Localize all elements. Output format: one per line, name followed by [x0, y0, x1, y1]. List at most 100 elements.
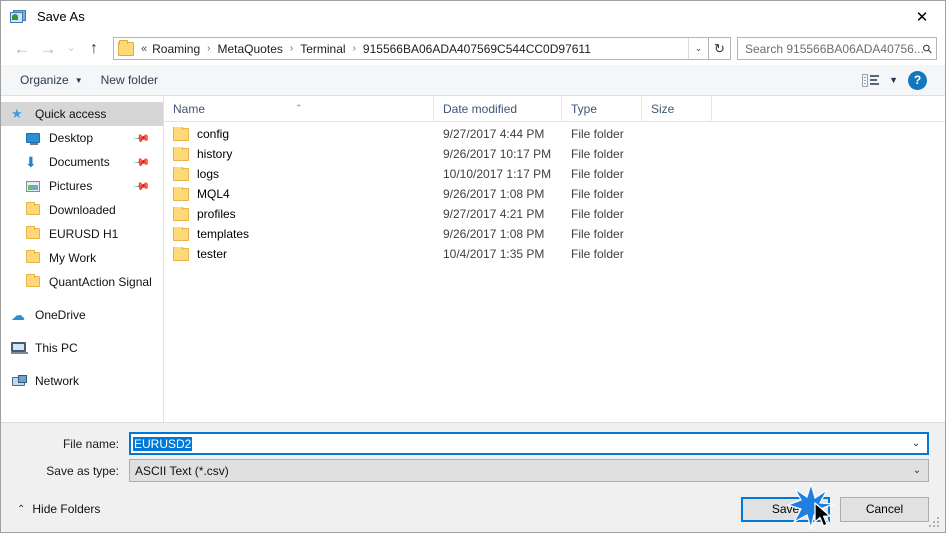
view-dropdown-icon[interactable]: ▼ [889, 75, 898, 85]
sidebar-item-label: My Work [49, 251, 97, 265]
file-name-input[interactable]: EURUSD2 ⌄ [129, 432, 929, 455]
column-header-spacer [712, 96, 945, 122]
file-name-cell: tester [164, 247, 434, 261]
save-as-type-select[interactable]: ASCII Text (*.csv) ⌄ [129, 459, 929, 482]
file-name-cell: profiles [164, 207, 434, 221]
sidebar-item-this-pc[interactable]: This PC [1, 336, 163, 360]
sidebar-item-label: Pictures [49, 179, 93, 193]
close-icon[interactable]: ✕ [899, 1, 945, 32]
forward-icon[interactable]: → [35, 36, 61, 62]
back-icon[interactable]: ← [9, 36, 35, 62]
file-name-cell: config [164, 127, 434, 141]
breadcrumb-item-metaquotes[interactable]: MetaQuotes [215, 40, 286, 58]
file-name-cell: history [164, 147, 434, 161]
sidebar-item-label: OneDrive [35, 308, 86, 322]
folder-icon [173, 127, 189, 141]
sidebar-item-downloaded[interactable]: Downloaded [1, 198, 163, 222]
up-icon[interactable]: ↑ [81, 36, 107, 62]
file-name-cell: MQL4 [164, 187, 434, 201]
chevron-down-icon[interactable]: ⌄ [905, 438, 927, 449]
sidebar-item-label: Documents [49, 155, 110, 169]
chevron-right-icon: › [352, 43, 356, 54]
onedrive-icon: ☁ [11, 307, 25, 323]
save-button[interactable]: Save [741, 496, 830, 522]
new-folder-button[interactable]: New folder [94, 70, 165, 90]
file-name-cell: logs [164, 167, 434, 181]
folder-icon [173, 227, 189, 241]
table-row[interactable]: history 9/26/2017 10:17 PM File folder [164, 144, 945, 164]
sidebar-item-desktop[interactable]: Desktop 📌 [1, 126, 163, 150]
file-date-cell: 10/10/2017 1:17 PM [443, 167, 552, 181]
file-type-cell: File folder [571, 127, 624, 141]
table-row[interactable]: templates 9/26/2017 1:08 PM File folder [164, 224, 945, 244]
search-placeholder: Search 915566BA06ADA40756... [745, 41, 924, 56]
column-headers: Name ⌃ Date modified Type Size [164, 95, 945, 122]
file-type-cell: File folder [571, 247, 624, 261]
column-header-name[interactable]: Name ⌃ [164, 95, 434, 122]
column-header-size[interactable]: Size [642, 95, 712, 122]
file-list-pane: Name ⌃ Date modified Type Size config 9/… [164, 95, 945, 422]
sidebar-item-quick-access[interactable]: ★ Quick access [1, 102, 163, 126]
chevron-up-icon: ⌃ [17, 503, 26, 515]
table-row[interactable]: profiles 9/27/2017 4:21 PM File folder [164, 204, 945, 224]
table-row[interactable]: logs 10/10/2017 1:17 PM File folder [164, 164, 945, 184]
file-name-label: history [197, 147, 233, 161]
breadcrumb: « Roaming › MetaQuotes › Terminal › 9155… [139, 40, 688, 58]
save-as-icon [10, 9, 27, 25]
pictures-icon [25, 178, 42, 194]
chevron-down-icon[interactable]: ⌄ [906, 465, 928, 476]
address-bar[interactable]: « Roaming › MetaQuotes › Terminal › 9155… [113, 37, 709, 60]
view-mode-icon[interactable] [862, 73, 880, 87]
sidebar-item-label: EURUSD H1 [49, 227, 119, 241]
sidebar-item-my-work[interactable]: My Work [1, 246, 163, 270]
sidebar-item-label: Desktop [49, 131, 94, 145]
organize-button[interactable]: Organize ▼ [13, 70, 90, 90]
refresh-icon[interactable]: ↻ [709, 37, 731, 60]
file-type-cell: File folder [571, 167, 624, 181]
breadcrumb-item-guid[interactable]: 915566BA06ADA407569C544CC0D97611 [360, 40, 594, 58]
new-folder-label: New folder [100, 73, 158, 87]
cancel-button[interactable]: Cancel [840, 496, 929, 522]
recent-locations-icon[interactable]: ⌄ [61, 36, 81, 62]
breadcrumb-item-roaming[interactable]: Roaming [149, 40, 203, 58]
search-input[interactable]: Search 915566BA06ADA40756... ⚲ [737, 37, 937, 60]
help-button[interactable]: ? [908, 70, 927, 90]
sidebar-item-documents[interactable]: ⬇ Documents 📌 [1, 150, 163, 174]
documents-icon: ⬇ [25, 154, 37, 170]
file-date-cell: 10/4/2017 1:35 PM [443, 247, 545, 261]
file-name-label: templates [197, 227, 250, 241]
folder-icon [25, 274, 42, 290]
sidebar-item-network[interactable]: Network [1, 369, 163, 393]
window-title: Save As [37, 9, 85, 24]
hide-folders-button[interactable]: ⌃ Hide Folders [17, 502, 100, 516]
table-row[interactable]: MQL4 9/26/2017 1:08 PM File folder [164, 184, 945, 204]
chevron-down-icon: ▼ [74, 75, 83, 85]
sidebar-item-onedrive[interactable]: ☁ OneDrive [1, 303, 163, 327]
column-header-date-modified[interactable]: Date modified [434, 95, 562, 122]
column-header-type[interactable]: Type [562, 95, 642, 122]
table-row[interactable]: config 9/27/2017 4:44 PM File folder [164, 124, 945, 144]
sidebar-item-eurusd-h1[interactable]: EURUSD H1 [1, 222, 163, 246]
save-as-type-row: Save as type: ASCII Text (*.csv) ⌄ [17, 459, 929, 482]
sidebar-item-pictures[interactable]: Pictures 📌 [1, 174, 163, 198]
breadcrumb-item-terminal[interactable]: Terminal [297, 40, 348, 58]
pin-icon: 📌 [132, 153, 151, 172]
file-name-label: MQL4 [197, 187, 230, 201]
folder-icon [173, 247, 189, 261]
organize-label: Organize [20, 73, 69, 87]
pin-icon: 📌 [132, 129, 151, 148]
table-row[interactable]: tester 10/4/2017 1:35 PM File folder [164, 244, 945, 264]
file-name-label: config [197, 127, 230, 141]
chevron-right-icon: › [207, 43, 211, 54]
file-type-cell: File folder [571, 207, 624, 221]
sidebar-item-label: QuantAction Signal [49, 275, 152, 289]
toolbar: Organize ▼ New folder ▼ ? [1, 65, 945, 96]
sidebar-item-quantaction-signal[interactable]: QuantAction Signal [1, 270, 163, 294]
file-name-label: logs [197, 167, 220, 181]
address-dropdown-icon[interactable]: ⌄ [688, 38, 708, 59]
footer-buttons: Save Cancel [741, 496, 929, 522]
breadcrumb-overflow-icon[interactable]: « [139, 41, 149, 57]
folder-icon [25, 202, 42, 218]
file-date-cell: 9/26/2017 10:17 PM [443, 147, 552, 161]
resize-grip[interactable] [929, 517, 940, 528]
